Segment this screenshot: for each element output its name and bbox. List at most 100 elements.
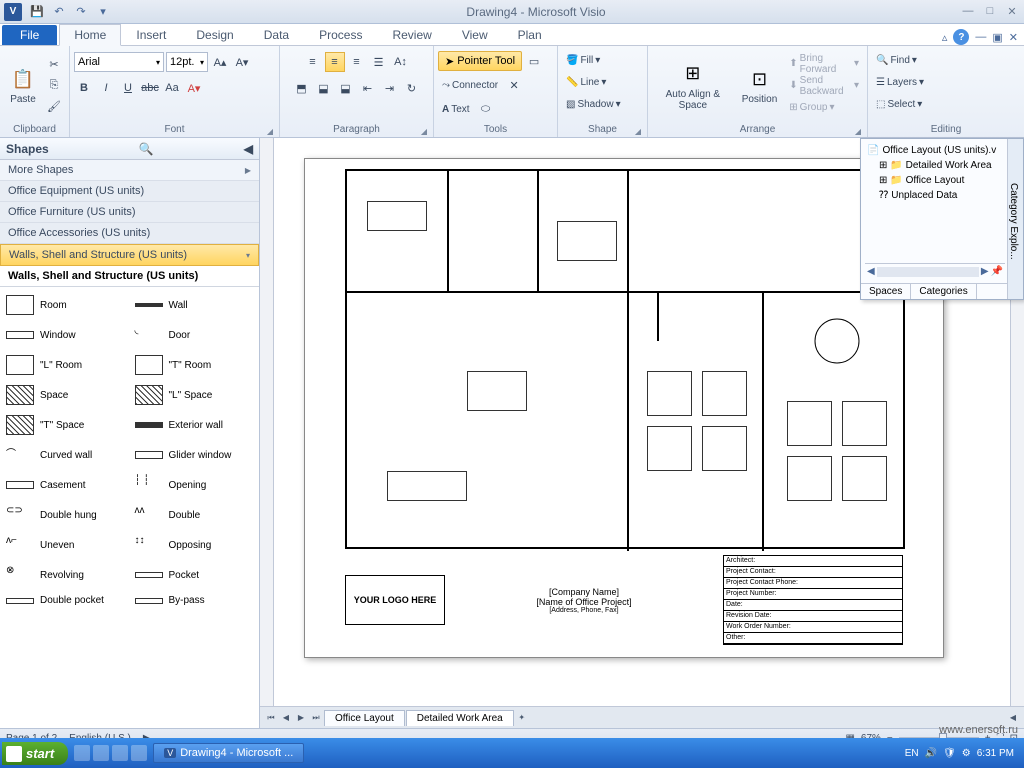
shapes-collapse-icon[interactable]: ◀ bbox=[244, 142, 253, 156]
font-size-select[interactable]: 12pt.▾ bbox=[166, 52, 208, 72]
tab-view[interactable]: View bbox=[447, 24, 503, 45]
ql-icon-2[interactable] bbox=[93, 745, 109, 761]
format-painter-icon[interactable]: 🖌 bbox=[44, 97, 64, 117]
file-tab[interactable]: File bbox=[2, 25, 57, 45]
minimize-icon[interactable]: — bbox=[960, 5, 976, 18]
doc-minimize-icon[interactable]: — bbox=[975, 31, 986, 43]
align-right-icon[interactable]: ≡ bbox=[347, 52, 367, 72]
group-button[interactable]: ⊞Group ▾ bbox=[785, 98, 863, 118]
tab-design[interactable]: Design bbox=[181, 24, 248, 45]
tab-insert[interactable]: Insert bbox=[121, 24, 181, 45]
catexp-scroll-left-icon[interactable]: ◀ bbox=[867, 266, 875, 277]
shape-t-space[interactable]: "T" Space bbox=[4, 411, 127, 439]
more-shapes[interactable]: More Shapes▶ bbox=[0, 160, 259, 181]
shape-window[interactable]: Window bbox=[4, 321, 127, 349]
freeform-icon[interactable]: ✕ bbox=[504, 75, 524, 95]
new-page-icon[interactable]: ✦ bbox=[515, 711, 529, 725]
shape-t-room[interactable]: "T" Room bbox=[133, 351, 256, 379]
bold-button[interactable]: B bbox=[74, 78, 94, 98]
align-center-icon[interactable]: ≡ bbox=[325, 52, 345, 72]
ellipse-icon[interactable]: ⬭ bbox=[476, 99, 496, 119]
shape-glider-window[interactable]: Glider window bbox=[133, 441, 256, 469]
fill-button[interactable]: 🪣Fill ▾ bbox=[562, 50, 604, 70]
page-tab-1[interactable]: Office Layout bbox=[324, 710, 405, 726]
shape-double-hung[interactable]: ⊂⊃Double hung bbox=[4, 501, 127, 529]
shape-room[interactable]: Room bbox=[4, 291, 127, 319]
tray-icon-3[interactable]: ⚙ bbox=[962, 748, 971, 759]
case-button[interactable]: Aa bbox=[162, 78, 182, 98]
shape-bypass[interactable]: By-pass bbox=[133, 591, 256, 610]
qat-dropdown-icon[interactable]: ▾ bbox=[94, 3, 112, 21]
align-left-icon[interactable]: ≡ bbox=[303, 52, 323, 72]
redo-icon[interactable]: ↷ bbox=[72, 3, 90, 21]
shadow-button[interactable]: ▧Shadow ▾ bbox=[562, 94, 625, 114]
rotate-text-icon[interactable]: ↻ bbox=[402, 78, 422, 98]
rect-tool-icon[interactable]: ▭ bbox=[524, 51, 544, 71]
font-color-button[interactable]: A▾ bbox=[184, 78, 204, 98]
cut-icon[interactable]: ✂ bbox=[44, 55, 64, 75]
connector-button[interactable]: ⤳Connector bbox=[438, 75, 502, 95]
text-tool-button[interactable]: AText bbox=[438, 99, 474, 119]
stencil-furniture[interactable]: Office Furniture (US units) bbox=[0, 202, 259, 223]
ql-icon-3[interactable] bbox=[112, 745, 128, 761]
tray-lang[interactable]: EN bbox=[905, 748, 919, 759]
shape-wall[interactable]: Wall bbox=[133, 291, 256, 319]
undo-icon[interactable]: ↶ bbox=[50, 3, 68, 21]
pointer-tool-button[interactable]: ➤Pointer Tool bbox=[438, 51, 522, 71]
catexp-item-3[interactable]: ⁇ Unplaced Data bbox=[865, 188, 1005, 203]
grow-font-icon[interactable]: A▴ bbox=[210, 52, 230, 72]
shape-exterior-wall[interactable]: Exterior wall bbox=[133, 411, 256, 439]
shape-casement[interactable]: Casement bbox=[4, 471, 127, 499]
tab-data[interactable]: Data bbox=[249, 24, 304, 45]
shape-double[interactable]: ᴧᴧDouble bbox=[133, 501, 256, 529]
align-top-icon[interactable]: ⬒ bbox=[292, 78, 312, 98]
help-icon[interactable]: ? bbox=[953, 29, 969, 45]
ql-icon-1[interactable] bbox=[74, 745, 90, 761]
send-backward-button[interactable]: ⬇Send Backward ▾ bbox=[785, 76, 863, 96]
category-explorer-title[interactable]: Category Explo... bbox=[1007, 139, 1023, 299]
shape-dialog-icon[interactable]: ◢ bbox=[635, 127, 641, 136]
indent-dec-icon[interactable]: ⇤ bbox=[358, 78, 378, 98]
catexp-item-2[interactable]: ⊞ 📁 Office Layout bbox=[865, 173, 1005, 188]
copy-icon[interactable]: ⎘ bbox=[44, 76, 64, 96]
tab-plan[interactable]: Plan bbox=[503, 24, 557, 45]
close-icon[interactable]: ✕ bbox=[1004, 5, 1020, 18]
nav-next-icon[interactable]: ▶ bbox=[294, 711, 308, 725]
autoalign-button[interactable]: ⊞Auto Align & Space bbox=[652, 59, 734, 113]
catexp-root[interactable]: 📄 Office Layout (US units).v bbox=[865, 143, 1005, 158]
shape-pocket[interactable]: Pocket bbox=[133, 561, 256, 589]
tray-clock[interactable]: 6:31 PM bbox=[977, 748, 1014, 759]
catexp-tab-categories[interactable]: Categories bbox=[911, 284, 976, 299]
tab-home[interactable]: Home bbox=[59, 24, 121, 46]
font-family-select[interactable]: Arial▾ bbox=[74, 52, 164, 72]
catexp-tab-spaces[interactable]: Spaces bbox=[861, 284, 911, 299]
select-button[interactable]: ⬚Select ▾ bbox=[872, 94, 926, 114]
bullets-icon[interactable]: ☰ bbox=[369, 52, 389, 72]
shape-door[interactable]: ◟Door bbox=[133, 321, 256, 349]
underline-button[interactable]: U bbox=[118, 78, 138, 98]
layers-button[interactable]: ☰Layers ▾ bbox=[872, 72, 928, 92]
font-dialog-icon[interactable]: ◢ bbox=[267, 127, 273, 136]
catexp-scroll-right-icon[interactable]: ▶ bbox=[981, 266, 989, 277]
arrange-dialog-icon[interactable]: ◢ bbox=[855, 127, 861, 136]
align-bottom-icon[interactable]: ⬓ bbox=[336, 78, 356, 98]
catexp-pin-icon[interactable]: 📌 bbox=[991, 266, 1003, 277]
search-shapes-icon[interactable]: 🔍 bbox=[139, 142, 154, 156]
shape-revolving[interactable]: ⊗Revolving bbox=[4, 561, 127, 589]
tab-review[interactable]: Review bbox=[377, 24, 446, 45]
shape-l-space[interactable]: "L" Space bbox=[133, 381, 256, 409]
start-button[interactable]: start bbox=[2, 742, 68, 765]
hscroll-left-icon[interactable]: ◀ bbox=[1006, 711, 1020, 725]
tab-process[interactable]: Process bbox=[304, 24, 377, 45]
page-tab-2[interactable]: Detailed Work Area bbox=[406, 710, 514, 726]
nav-last-icon[interactable]: ⏭ bbox=[309, 711, 323, 725]
stencil-walls[interactable]: Walls, Shell and Structure (US units)▾ bbox=[0, 244, 259, 266]
shape-double-pocket[interactable]: Double pocket bbox=[4, 591, 127, 610]
doc-restore-icon[interactable]: ▣ bbox=[992, 31, 1002, 44]
shrink-font-icon[interactable]: A▾ bbox=[232, 52, 252, 72]
para-dialog-icon[interactable]: ◢ bbox=[421, 127, 427, 136]
shape-uneven[interactable]: ᴧ⌐Uneven bbox=[4, 531, 127, 559]
italic-button[interactable]: I bbox=[96, 78, 116, 98]
stencil-accessories[interactable]: Office Accessories (US units) bbox=[0, 223, 259, 244]
line-button[interactable]: 📏Line ▾ bbox=[562, 72, 610, 92]
